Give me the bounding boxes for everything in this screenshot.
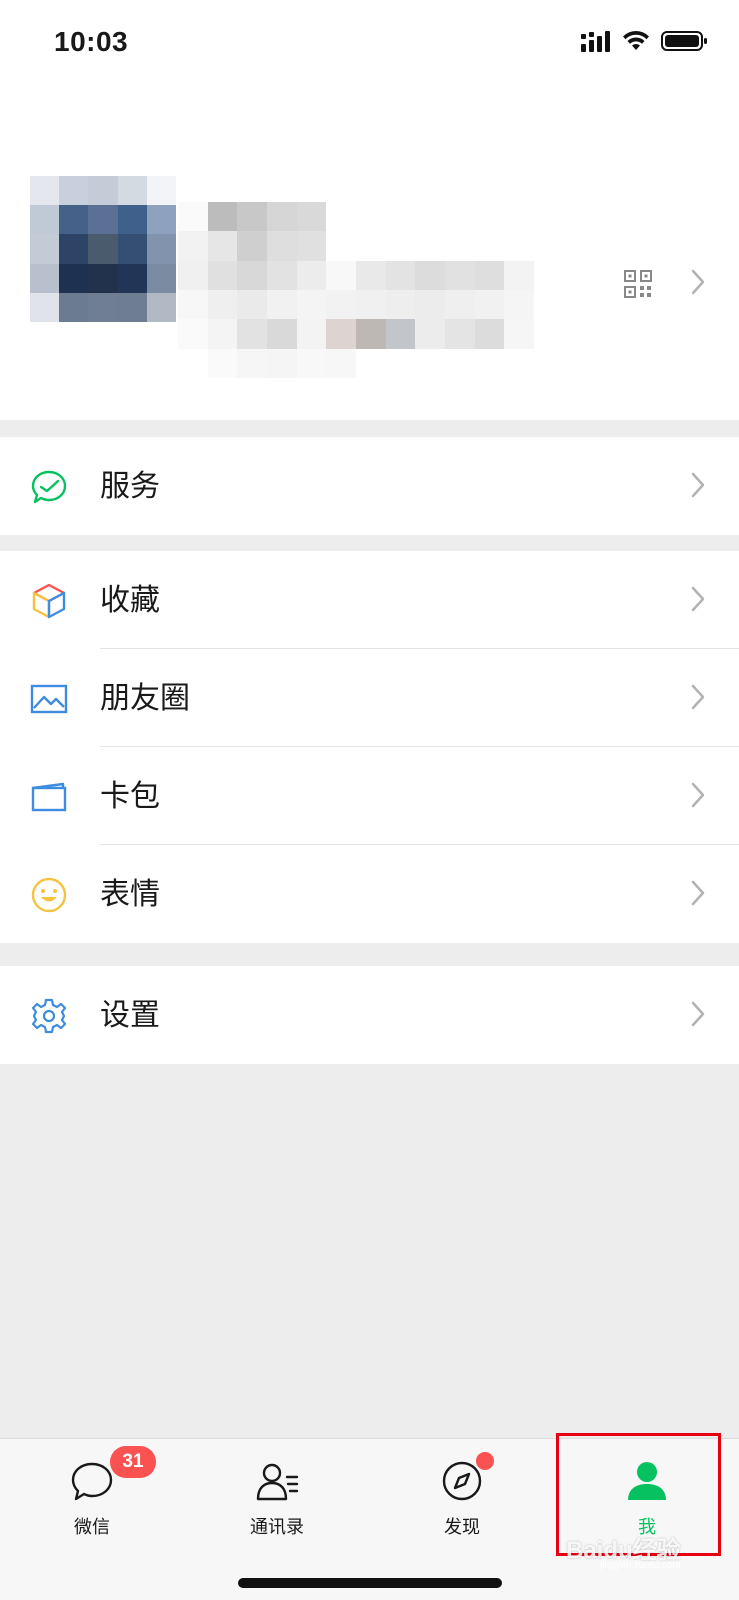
status-time: 10:03 xyxy=(54,26,129,57)
tab-label-chats: 微信 xyxy=(74,1517,110,1537)
profile-name-blurred xyxy=(178,202,534,378)
menu-item-settings[interactable]: 设置 xyxy=(0,966,739,1064)
card-wallet-icon xyxy=(31,782,67,812)
menu-item-moments[interactable]: 朋友圈 xyxy=(0,649,739,747)
status-icons xyxy=(581,30,709,52)
menu-label-settings: 设置 xyxy=(100,999,160,1032)
chat-bubble-icon xyxy=(71,1462,113,1501)
chevron-right-icon xyxy=(691,472,705,498)
qr-code-icon[interactable] xyxy=(624,270,652,298)
chevron-right-icon xyxy=(691,269,705,295)
group-settings: 设置 xyxy=(0,966,739,1064)
tab-contacts[interactable]: 通讯录 xyxy=(217,1453,337,1543)
status-bar: 10:03 xyxy=(0,0,739,88)
menu-label-services: 服务 xyxy=(100,470,160,503)
profile-header[interactable] xyxy=(0,88,739,420)
wifi-icon xyxy=(623,30,649,50)
discover-red-dot xyxy=(476,1452,494,1470)
chevron-right-icon xyxy=(691,586,705,612)
services-icon xyxy=(31,470,67,504)
chevron-right-icon xyxy=(691,684,705,710)
menu-item-favorites[interactable]: 收藏 xyxy=(0,551,739,649)
unread-badge: 31 xyxy=(110,1446,156,1478)
favorites-cube-icon xyxy=(32,583,66,619)
avatar[interactable] xyxy=(30,176,176,322)
smiley-icon xyxy=(31,877,67,913)
menu-label-favorites: 收藏 xyxy=(100,584,160,617)
tab-label-contacts: 通讯录 xyxy=(250,1517,304,1537)
home-indicator xyxy=(238,1578,502,1588)
signal-icon xyxy=(581,31,610,52)
moments-picture-icon xyxy=(30,684,68,714)
chevron-right-icon xyxy=(691,1001,705,1027)
battery-icon xyxy=(661,31,707,51)
group-main: 收藏 朋友圈 卡包 表情 xyxy=(0,551,739,943)
contacts-icon xyxy=(256,1463,299,1501)
chevron-right-icon xyxy=(691,880,705,906)
group-services: 服务 xyxy=(0,437,739,535)
menu-item-stickers[interactable]: 表情 xyxy=(0,845,739,943)
tab-discover[interactable]: 发现 xyxy=(402,1453,522,1543)
menu-label-moments: 朋友圈 xyxy=(100,682,190,715)
tab-label-discover: 发现 xyxy=(444,1517,480,1537)
watermark-url: jingyan.baidu.com xyxy=(600,1560,681,1571)
chevron-right-icon xyxy=(691,782,705,808)
menu-item-services[interactable]: 服务 xyxy=(0,437,739,535)
menu-label-cards: 卡包 xyxy=(100,780,160,813)
menu-label-stickers: 表情 xyxy=(100,878,160,911)
menu-item-cards[interactable]: 卡包 xyxy=(0,747,739,845)
gear-icon xyxy=(31,998,67,1034)
